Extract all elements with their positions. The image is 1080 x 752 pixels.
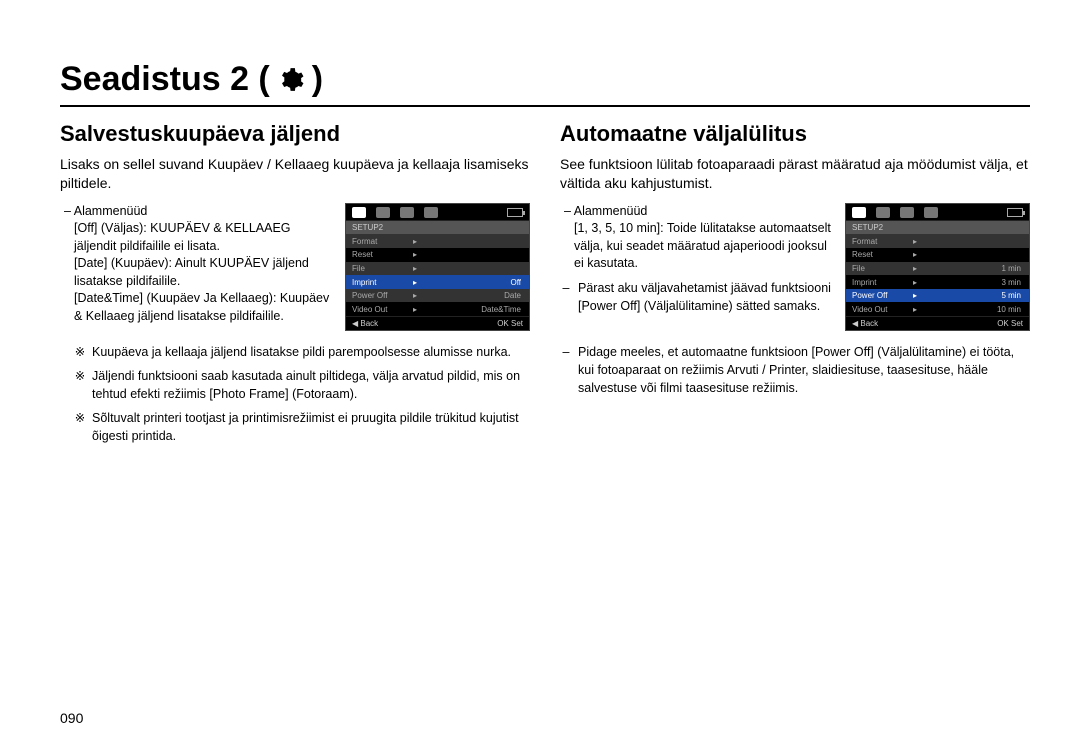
note-item: ※Kuupäeva ja kellaaja jäljend lisatakse … [60, 343, 530, 361]
left-notes: ※Kuupäeva ja kellaaja jäljend lisatakse … [60, 343, 530, 446]
left-column: Salvestuskuupäeva jäljend Lisaks on sell… [60, 121, 530, 451]
right-subblock: – Alammenüüd [1, 3, 5, 10 min]: Toide lü… [560, 203, 1030, 331]
lcd-bottom: ◀ Back OK Set [346, 316, 529, 330]
left-submenu-text: – Alammenüüd [Off] (Väljas): KUUPÄEV & K… [60, 203, 333, 331]
left-line-dt: [Date&Time] (Kuupäev Ja Kellaaeg): Kuupä… [60, 290, 333, 325]
lcd-top-icons [346, 204, 529, 222]
page-title: Seadistus 2 ( ) [60, 60, 1030, 107]
content-columns: Salvestuskuupäeva jäljend Lisaks on sell… [60, 121, 1030, 451]
note-item: ※Sõltuvalt printeri tootjast ja printimi… [60, 409, 530, 445]
play-icon [876, 207, 890, 218]
title-text: Seadistus 2 ( [60, 60, 270, 99]
lcd-row: Reset▸ [346, 248, 529, 262]
page-number: 090 [60, 710, 83, 726]
left-subblock: – Alammenüüd [Off] (Väljas): KUUPÄEV & K… [60, 203, 530, 331]
note-mark: ※ [74, 367, 86, 403]
camera-icon [352, 207, 366, 218]
gear-icon [278, 67, 304, 93]
lcd-row: File▸ [346, 262, 529, 276]
lcd-row: Imprint▸3 min [846, 275, 1029, 289]
lcd-row: Format▸ [346, 234, 529, 248]
left-heading: Salvestuskuupäeva jäljend [60, 121, 530, 147]
lcd-row: Video Out▸10 min [846, 302, 1029, 316]
right-heading: Automaatne väljalülitus [560, 121, 1030, 147]
sound-icon [900, 207, 914, 218]
manual-page: Seadistus 2 ( ) Salvestuskuupäeva jäljen… [0, 0, 1080, 752]
lcd-tab: SETUP2 [346, 221, 529, 234]
lcd-row: Video Out▸Date&Time [346, 302, 529, 316]
bullet-item: –Pidage meeles, et automaatne funktsioon… [560, 343, 1030, 397]
battery-icon [507, 208, 523, 217]
submenus-label: – Alammenüüd [564, 204, 647, 218]
display-icon [924, 207, 938, 218]
lcd-row: Format▸ [846, 234, 1029, 248]
note-item: ※Jäljendi funktsiooni saab kasutada ainu… [60, 367, 530, 403]
note-mark: ※ [74, 343, 86, 361]
lcd-top-icons [846, 204, 1029, 222]
camera-icon [852, 207, 866, 218]
lcd-row: Power Off▸Date [346, 289, 529, 303]
right-notes: –Pidage meeles, et automaatne funktsioon… [560, 343, 1030, 397]
bullet-item: –Pärast aku väljavahetamist jäävad funkt… [560, 279, 833, 315]
left-line-off: [Off] (Väljas): KUUPÄEV & KELLAAEG jälje… [60, 220, 333, 255]
title-suffix: ) [312, 60, 323, 99]
submenus-label: – Alammenüüd [64, 204, 147, 218]
lcd-bottom: ◀ Back OK Set [846, 316, 1029, 330]
lcd-row-selected: Imprint▸Off [346, 275, 529, 289]
note-mark: ※ [74, 409, 86, 445]
right-line-opts: [1, 3, 5, 10 min]: Toide lülitatakse aut… [560, 220, 833, 273]
left-line-date: [Date] (Kuupäev): Ainult KUUPÄEV jäljend… [60, 255, 333, 290]
right-lcd: SETUP2 Format▸ Reset▸ File▸1 min Imprint… [845, 203, 1030, 331]
left-lcd: SETUP2 Format▸ Reset▸ File▸ Imprint▸Off … [345, 203, 530, 331]
lcd-row-selected: Power Off▸5 min [846, 289, 1029, 303]
display-icon [424, 207, 438, 218]
lcd-tab: SETUP2 [846, 221, 1029, 234]
play-icon [376, 207, 390, 218]
sound-icon [400, 207, 414, 218]
right-intro: See funktsioon lülitab fotoaparaadi pära… [560, 155, 1030, 193]
lcd-row: File▸1 min [846, 262, 1029, 276]
lcd-row: Reset▸ [846, 248, 1029, 262]
right-column: Automaatne väljalülitus See funktsioon l… [560, 121, 1030, 451]
left-intro: Lisaks on sellel suvand Kuupäev / Kellaa… [60, 155, 530, 193]
right-submenu-text: – Alammenüüd [1, 3, 5, 10 min]: Toide lü… [560, 203, 833, 331]
battery-icon [1007, 208, 1023, 217]
